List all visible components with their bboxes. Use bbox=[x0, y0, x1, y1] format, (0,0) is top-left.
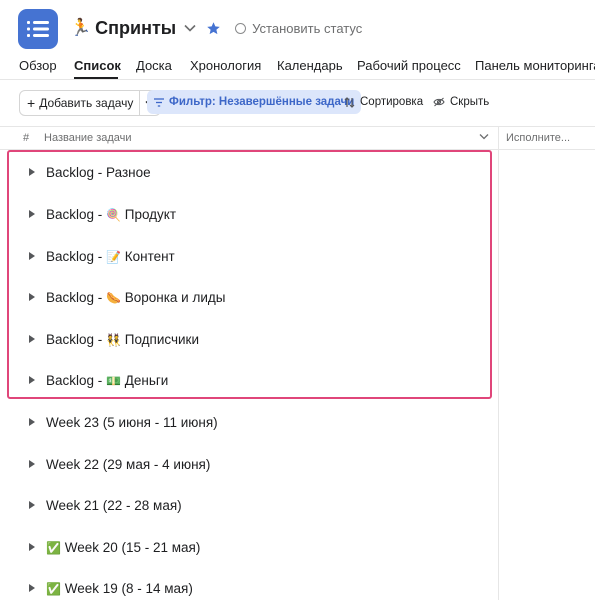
sort-label: Сортировка bbox=[360, 96, 424, 108]
hide-label: Скрыть bbox=[450, 96, 490, 108]
hide-button[interactable]: Скрыть bbox=[433, 90, 489, 114]
section-title: ✅ Week 19 (8 - 14 мая) bbox=[46, 581, 193, 596]
tab-workflow[interactable]: Рабочий процесс bbox=[357, 58, 461, 73]
backlog-highlight-box bbox=[7, 150, 492, 399]
section-row[interactable]: ✅ Week 19 (8 - 14 мая) bbox=[0, 575, 498, 603]
set-status-button[interactable]: Установить статус bbox=[235, 21, 362, 36]
section-title: Week 21 (22 - 28 мая) bbox=[46, 498, 182, 513]
column-divider bbox=[498, 126, 499, 600]
project-header: 🏃 Спринты Установить статус bbox=[70, 13, 362, 43]
set-status-label: Установить статус bbox=[252, 20, 363, 36]
add-task-label: Добавить задачу bbox=[39, 96, 134, 110]
section-row[interactable]: ✅ Week 20 (15 - 21 мая) bbox=[0, 534, 498, 562]
tab-dashboard[interactable]: Панель мониторинга bbox=[475, 58, 595, 73]
tab-calendar[interactable]: Календарь bbox=[277, 58, 343, 73]
add-task-button-group: + Добавить задачу bbox=[19, 90, 162, 116]
caret-right-icon[interactable] bbox=[29, 418, 35, 426]
check-mark-emoji-icon: ✅ bbox=[46, 541, 61, 555]
check-mark-emoji-icon: ✅ bbox=[46, 582, 61, 596]
status-circle-icon bbox=[235, 22, 247, 34]
tab-list[interactable]: Список bbox=[74, 58, 121, 73]
list-icon[interactable] bbox=[18, 9, 58, 49]
section-title: ✅ Week 20 (15 - 21 мая) bbox=[46, 540, 201, 555]
chevron-down-icon[interactable] bbox=[479, 131, 489, 143]
tab-overview[interactable]: Обзор bbox=[19, 58, 57, 73]
project-title[interactable]: Спринты bbox=[95, 18, 176, 39]
section-row[interactable]: Week 23 (5 июня - 11 июня) bbox=[0, 409, 498, 437]
toolbar: + Добавить задачу Фильтр: Незавершённые … bbox=[0, 88, 595, 116]
plus-icon: + bbox=[27, 95, 36, 111]
column-task-name-header[interactable]: Название задачи bbox=[44, 132, 132, 144]
tab-timeline[interactable]: Хронология bbox=[190, 58, 261, 73]
caret-right-icon[interactable] bbox=[29, 460, 35, 468]
section-title: Week 22 (29 мая - 4 июня) bbox=[46, 457, 211, 472]
section-row[interactable]: Week 22 (29 мая - 4 июня) bbox=[0, 451, 498, 479]
filter-button[interactable]: Фильтр: Незавершённые задачи bbox=[147, 90, 362, 114]
tab-board[interactable]: Доска bbox=[136, 58, 172, 73]
filter-icon bbox=[154, 97, 164, 107]
column-assignee-header[interactable]: Исполните... bbox=[506, 132, 570, 144]
column-number-header: # bbox=[23, 132, 30, 144]
caret-right-icon[interactable] bbox=[29, 543, 35, 551]
view-tabs: Обзор Список Доска Хронология Календарь … bbox=[0, 52, 595, 80]
section-title: Week 23 (5 июня - 11 июня) bbox=[46, 415, 218, 430]
runner-emoji-icon: 🏃 bbox=[70, 18, 92, 37]
star-icon[interactable] bbox=[206, 21, 221, 36]
caret-right-icon[interactable] bbox=[29, 584, 35, 592]
tabs-divider bbox=[0, 79, 595, 80]
section-row[interactable]: Week 21 (22 - 28 мая) bbox=[0, 492, 498, 520]
filter-label: Фильтр: Незавершённые задачи bbox=[169, 96, 355, 108]
table-header: # Название задачи Исполните... bbox=[0, 126, 595, 150]
add-task-button[interactable]: + Добавить задачу bbox=[20, 91, 139, 115]
caret-right-icon[interactable] bbox=[29, 501, 35, 509]
chevron-down-icon[interactable] bbox=[184, 24, 196, 32]
sort-icon bbox=[344, 96, 355, 108]
sort-button[interactable]: Сортировка bbox=[344, 90, 423, 114]
eye-slash-icon bbox=[433, 97, 445, 107]
